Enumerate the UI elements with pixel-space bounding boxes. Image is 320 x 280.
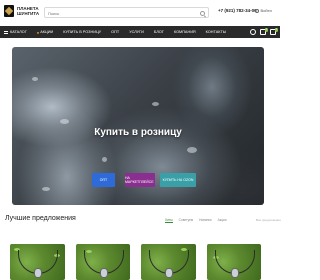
tab-recommended[interactable]: Советуем [179,218,193,223]
phone-number[interactable]: +7 (921) 782-34-06 [218,8,257,13]
nav-item-label: Услуги [129,30,144,34]
search-icon[interactable] [200,10,205,16]
nav-item-wholesale[interactable]: Опт [111,30,119,34]
section-title: Лучшие предложения [5,215,76,222]
cart-icon[interactable]: 0 [270,28,278,35]
pendant-stone [99,268,108,278]
nav-item-services[interactable]: Услуги [129,30,144,34]
search-input[interactable] [48,8,198,18]
nav-item-label: Блог [153,30,164,34]
nav-item-label: Каталог [10,30,27,34]
pendant-stone [165,268,173,278]
pendant-stone [230,268,239,278]
favorites-icon[interactable] [250,29,256,35]
offer-tabs: Хиты Советуем Новинки Акции [165,218,233,223]
product-card[interactable] [75,244,130,280]
cart-count: 0 [274,28,278,32]
product-card[interactable] [141,244,196,280]
hero-button-wholesale[interactable]: Опт [92,173,115,187]
product-cards [10,244,272,280]
nav-item-label: Опт [111,30,120,34]
nav-item-retail[interactable]: Купить в розницу [63,30,101,34]
nav-item-sales[interactable]: ● Акции [37,30,53,35]
product-card[interactable] [206,244,261,280]
tab-hits[interactable]: Хиты [165,218,173,223]
main-nav: Каталог ● Акции Купить в розницу Опт Усл… [0,26,280,38]
compare-count: 0 [264,28,268,32]
compare-icon[interactable]: 0 [260,28,268,35]
stone-texture [102,157,107,162]
product-card[interactable] [10,244,65,280]
login-label: Войти [260,8,272,13]
hero-button-ozon[interactable]: Купить на Ozon [160,173,196,187]
nav-item-catalog[interactable]: Каталог [4,30,27,34]
stone-texture [60,119,69,124]
nav-item-label: Контакты [205,30,227,34]
nav-item-label: Компания [173,30,196,34]
hero-button-marketplace[interactable]: На маркетплейсе [125,173,155,187]
nav-item-company[interactable]: Компания [174,30,196,34]
login-link[interactable]: Войти [255,8,272,13]
nav-item-contacts[interactable]: Контакты [206,30,226,34]
site-logo[interactable]: ПЛАНЕТА ШУНГИТА [4,5,39,17]
logo-icon [4,5,14,17]
logo-text: ПЛАНЕТА ШУНГИТА [17,6,39,16]
stone-texture [42,187,50,191]
search-box [44,7,209,18]
logo-line-2: ШУНГИТА [17,11,40,16]
pendant-stone [34,268,42,278]
stone-texture [152,102,159,106]
tab-sales[interactable]: Акции [218,218,227,223]
hero-banner[interactable]: Купить в розницу Опт На маркетплейсе Куп… [12,47,264,205]
stone-texture [32,77,38,81]
user-icon [255,8,259,13]
site-header: ПЛАНЕТА ШУНГИТА +7 (921) 782-34-06 Войти [0,0,280,26]
nav-item-label: Акции [40,30,54,34]
tab-new[interactable]: Новинки [199,218,211,223]
menu-icon [4,30,8,34]
fire-icon: ● [36,29,40,35]
hero-title: Купить в розницу [94,127,182,138]
nav-item-label: Купить в розницу [63,30,102,34]
nav-icons: 0 0 [246,28,278,35]
all-offers-link[interactable]: Все предложения [256,218,281,222]
nav-item-blog[interactable]: Блог [154,30,164,34]
stone-texture [187,147,197,153]
